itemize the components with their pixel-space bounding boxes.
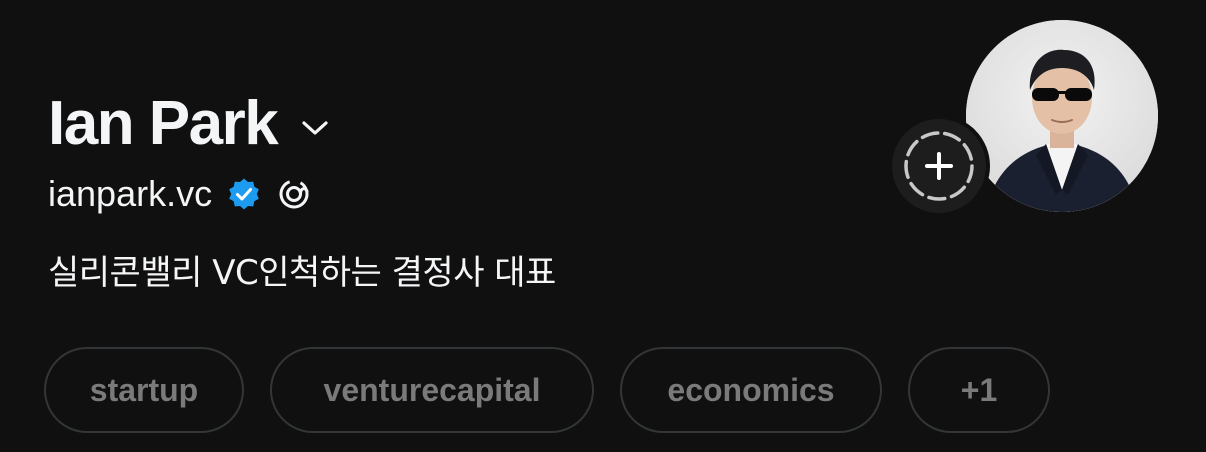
tag-more[interactable]: +1 (908, 347, 1050, 433)
add-story-button[interactable] (888, 115, 990, 217)
verified-badge-icon (226, 176, 262, 212)
tag-economics[interactable]: economics (620, 347, 882, 433)
interest-tags: startup venturecapital economics +1 (44, 347, 1050, 433)
handle-row: ianpark.vc (48, 170, 312, 218)
profile-name-row: Ian Park (48, 86, 331, 162)
add-story-icon (904, 131, 974, 201)
threads-icon[interactable] (276, 176, 312, 212)
chevron-down-icon[interactable] (299, 112, 331, 144)
profile-bio: 실리콘밸리 VC인척하는 결정사 대표 (48, 253, 556, 293)
profile-name: Ian Park (48, 89, 279, 158)
tag-venturecapital[interactable]: venturecapital (270, 347, 594, 433)
avatar[interactable] (966, 20, 1158, 212)
profile-handle[interactable]: ianpark.vc (48, 173, 212, 215)
tag-startup[interactable]: startup (44, 347, 244, 433)
